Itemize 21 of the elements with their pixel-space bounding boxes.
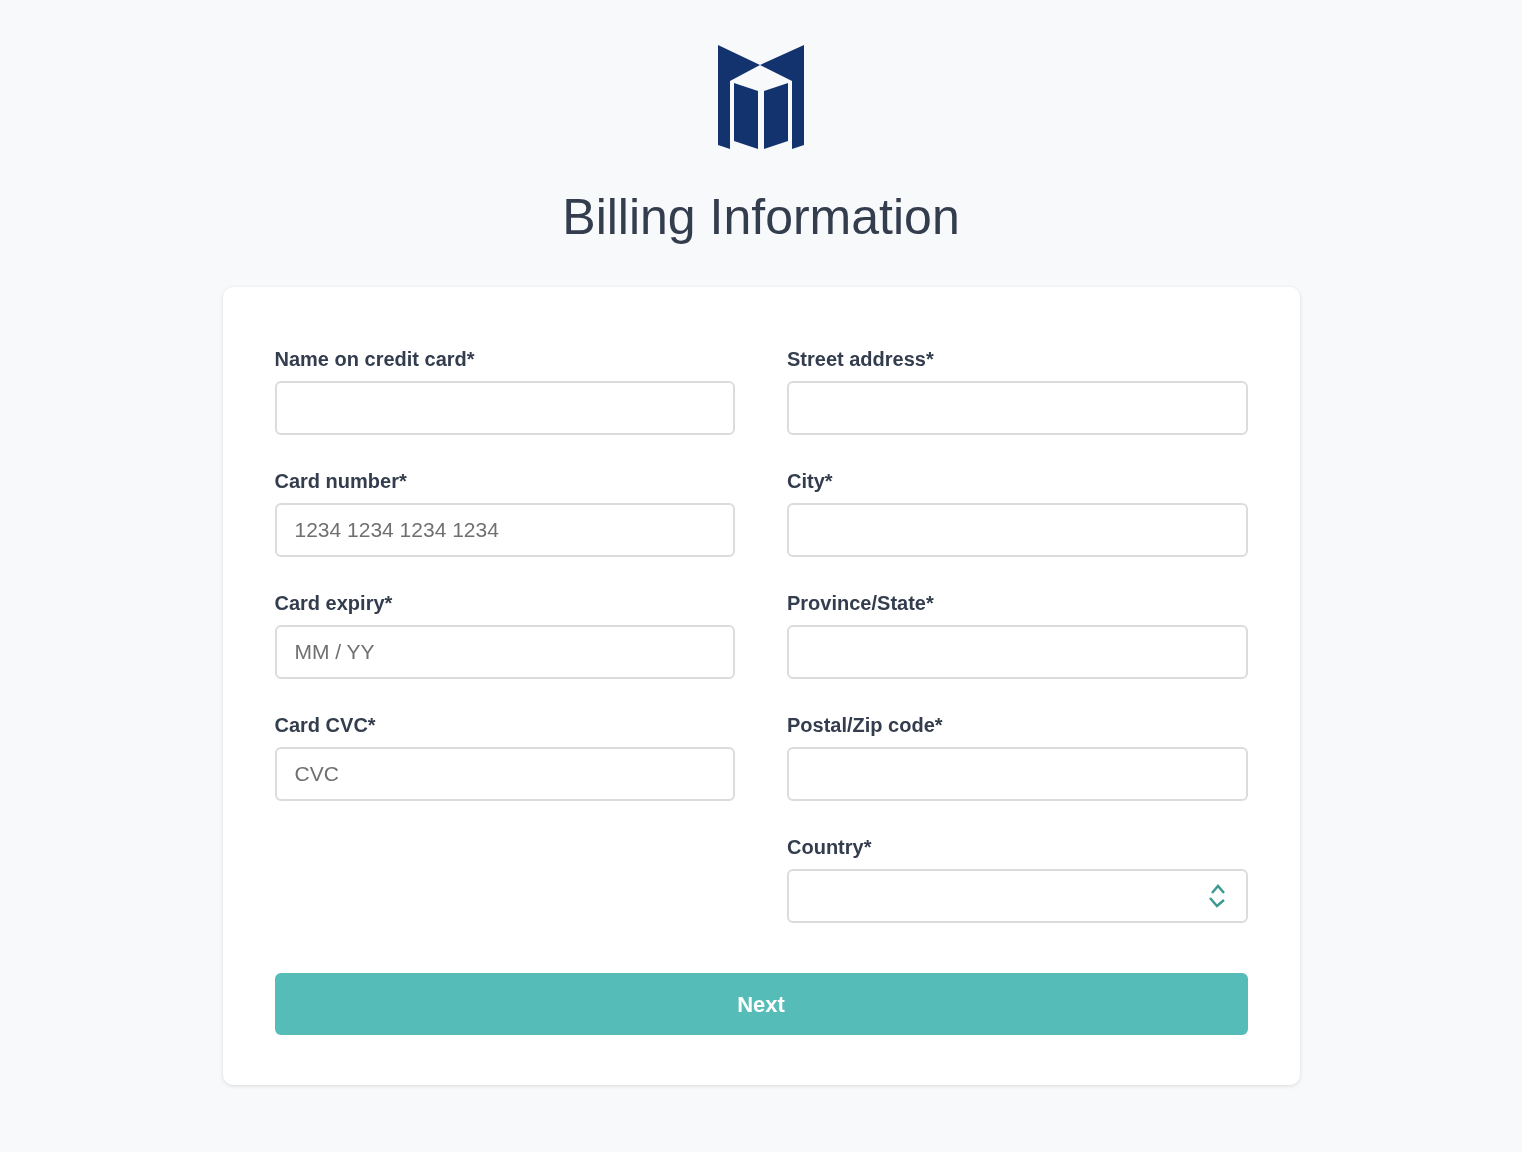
field-label: Province/State* [787, 591, 935, 615]
logo-icon [718, 45, 804, 151]
input-field[interactable]: MM / YY [274, 625, 735, 679]
input-field[interactable] [787, 503, 1248, 557]
input-field[interactable]: CVC [274, 747, 735, 801]
country-select[interactable] [787, 869, 1248, 923]
input-field[interactable] [787, 625, 1248, 679]
next-button[interactable]: Next [274, 973, 1248, 1035]
field-label: Card expiry* [274, 591, 394, 615]
input-field[interactable] [787, 381, 1248, 435]
input-field[interactable]: 1234 1234 1234 1234 [274, 503, 735, 557]
field-label: Card CVC* [274, 713, 377, 737]
field-label: Card number* [274, 469, 408, 493]
page-title: Billing Information [562, 188, 960, 247]
field-label: Postal/Zip code* [787, 713, 944, 737]
field-label: City* [787, 469, 834, 493]
field-label: Name on credit card* [274, 347, 476, 371]
field-label: Country* [787, 835, 873, 859]
input-field[interactable] [787, 747, 1248, 801]
field-label: Street address* [787, 347, 935, 371]
input-field[interactable] [274, 381, 735, 435]
